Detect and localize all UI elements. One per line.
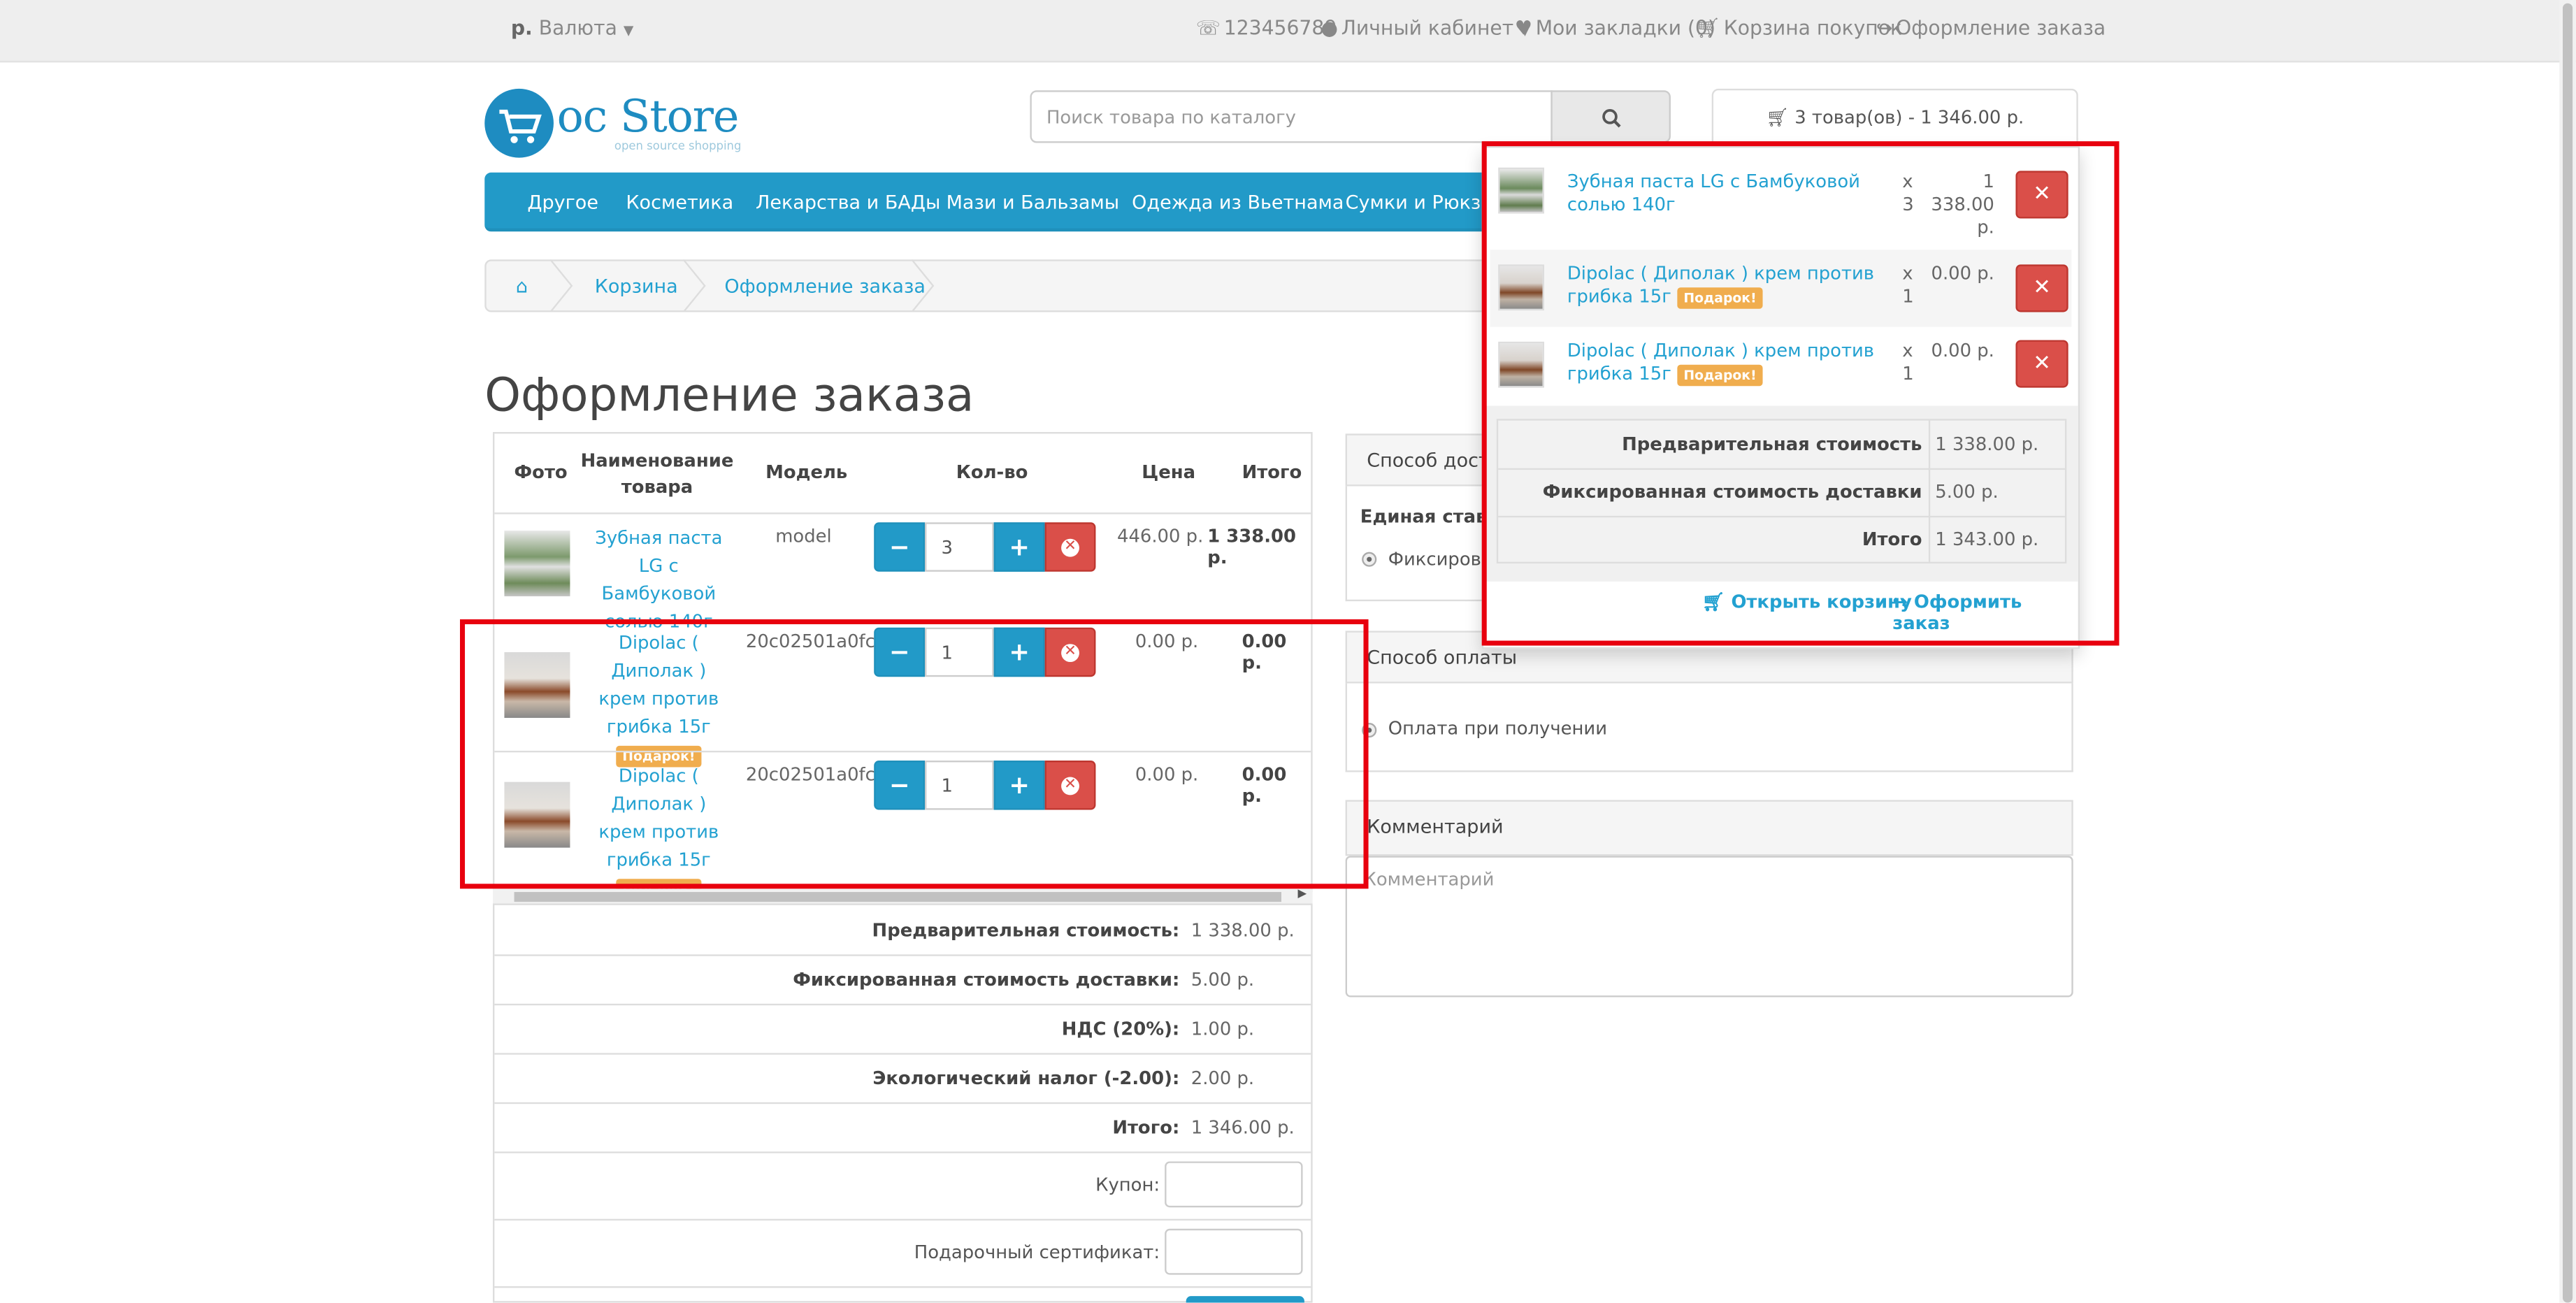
totals-row: Предварительная стоимость: 1 338.00 р. <box>494 905 1311 956</box>
currency-dropdown[interactable]: р. Валюта ▼ <box>511 17 633 40</box>
totals-row: Фиксированная стоимость доставки: 5.00 р… <box>494 954 1311 1006</box>
header-price: Цена <box>1142 461 1196 483</box>
menu-item-ointments[interactable]: Мази и Бальзамы <box>947 191 1120 214</box>
payment-title: Способ оплаты <box>1367 645 1518 669</box>
checkout-link[interactable]: ↪ Оформление заказа <box>1876 17 2106 40</box>
breadcrumb-checkout[interactable]: Оформление заказа <box>724 274 926 297</box>
product-price: 446.00 р. <box>1116 526 1204 547</box>
share-icon: ↪ <box>1876 16 1893 40</box>
top-bar: р. Валюта ▼ ☏ 123456789 ● Личный кабинет ▼… <box>0 0 2576 63</box>
page-title: Оформление заказа <box>484 368 974 422</box>
payment-panel-body: Оплата при получении <box>1345 683 2073 772</box>
times-circle-icon: ✕ <box>1061 538 1079 557</box>
menu-item-medicine[interactable]: Лекарства и БАДы <box>756 191 940 214</box>
totals-row: Экологический налог (-2.00): 2.00 р. <box>494 1053 1311 1104</box>
totals-value: 1 346.00 р. <box>1190 1116 1295 1139</box>
quantity-input[interactable]: 3 <box>925 522 994 572</box>
home-icon[interactable]: ⌂ <box>516 274 528 297</box>
product-name: Зубная паста LG с Бамбуковой солью 140г <box>595 527 723 633</box>
scrollbar-thumb[interactable] <box>514 892 1281 902</box>
account-label: Личный кабинет <box>1341 16 1514 40</box>
scrollbar-thumb[interactable] <box>2562 3 2573 1303</box>
header-model: Модель <box>765 461 848 483</box>
totals-label: Фиксированная стоимость доставки: <box>793 969 1180 991</box>
order-totals: Предварительная стоимость: 1 338.00 р. Ф… <box>493 903 1313 1303</box>
coupon-label: Купон: <box>1095 1174 1160 1196</box>
caret-down-icon: ▼ <box>623 22 634 38</box>
coupon-input[interactable] <box>1165 1161 1303 1208</box>
logo-cart-icon[interactable] <box>484 88 554 158</box>
menu-item-clothes[interactable]: Одежда из Вьетнама <box>1132 191 1344 214</box>
totals-label: Предварительная стоимость: <box>872 920 1180 942</box>
header-total: Итого <box>1242 461 1302 483</box>
totals-value: 1 338.00 р. <box>1190 920 1295 942</box>
search-icon <box>1602 109 1621 128</box>
highlight-box-dropdown <box>1481 141 2120 646</box>
voucher-label: Подарочный сертификат: <box>914 1241 1160 1264</box>
page: р. Валюта ▼ ☏ 123456789 ● Личный кабинет ▼… <box>0 0 2576 1303</box>
search-button[interactable] <box>1550 90 1671 143</box>
breadcrumb-separator <box>911 259 935 312</box>
logo-tagline: open source shopping <box>614 139 742 153</box>
menu-item-other[interactable]: Другое <box>527 191 598 214</box>
confirm-order-button[interactable] <box>1186 1296 1304 1303</box>
menu-item-cosmetics[interactable]: Косметика <box>626 191 733 214</box>
voucher-input[interactable] <box>1165 1228 1303 1275</box>
breadcrumb-cart[interactable]: Корзина <box>595 274 678 297</box>
header-name: Наименование товара <box>580 449 734 498</box>
table-row: Зубная паста LG с Бамбуковой солью 140г … <box>494 514 1311 633</box>
comment-panel-header: Комментарий <box>1345 800 2073 856</box>
comment-textarea[interactable]: Комментарий <box>1345 856 2073 998</box>
checkout-label: Оформление заказа <box>1896 16 2106 40</box>
product-image[interactable] <box>504 531 570 597</box>
shipping-radio[interactable] <box>1362 552 1377 567</box>
shopping-cart-icon: 🛒︎ <box>1695 16 1721 40</box>
phone-link[interactable]: ☏ 123456789 <box>1196 17 1337 40</box>
currency-label: Валюта <box>538 16 617 40</box>
product-total: 1 338.00 р. <box>1207 526 1297 569</box>
cart-link[interactable]: 🛒︎ Корзина покупок <box>1695 17 1902 40</box>
totals-row: НДС (20%): 1.00 р. <box>494 1004 1311 1055</box>
coupon-row: Купон: <box>494 1151 1311 1221</box>
comment-title: Комментарий <box>1367 814 1504 838</box>
user-icon: ● <box>1321 16 1339 40</box>
totals-label: Итого: <box>1112 1116 1180 1139</box>
totals-value: 2.00 р. <box>1190 1067 1255 1090</box>
remove-item-button[interactable]: ✕ <box>1044 522 1096 572</box>
table-header: Фото Наименование товара Модель Кол-во Ц… <box>494 433 1311 514</box>
totals-value: 5.00 р. <box>1190 969 1255 991</box>
scroll-right-arrow-icon[interactable]: ▶ <box>1297 887 1307 900</box>
header-photo: Фото <box>514 461 568 483</box>
quantity-decrease-button[interactable]: − <box>874 522 926 572</box>
phone-number: 123456789 <box>1223 16 1337 40</box>
totals-label: Экологический налог (-2.00): <box>872 1067 1180 1090</box>
header-cart-label: 3 товар(ов) - 1 346.00 р. <box>1794 106 2024 129</box>
quantity-increase-button[interactable]: + <box>993 522 1045 572</box>
breadcrumb-separator <box>682 259 706 312</box>
wishlist-label: Мои закладки (0) <box>1535 16 1715 40</box>
account-dropdown[interactable]: ● Личный кабинет ▼ <box>1321 17 1530 40</box>
totals-row: Итого: 1 346.00 р. <box>494 1102 1311 1153</box>
totals-value: 1.00 р. <box>1190 1018 1255 1040</box>
highlight-box-gift-rows <box>460 619 1369 889</box>
totals-label: НДС (20%): <box>1061 1018 1180 1040</box>
voucher-row: Подарочный сертификат: <box>494 1219 1311 1288</box>
header-cart-button[interactable]: 🛒︎ 3 товар(ов) - 1 346.00 р. <box>1711 88 2078 148</box>
search-input[interactable]: Поиск товара по каталогу <box>1030 90 1553 143</box>
shopping-cart-icon: 🛒︎ <box>1766 106 1790 129</box>
header-qty: Кол-во <box>956 461 1028 483</box>
breadcrumb-separator <box>549 259 573 312</box>
logo-text[interactable]: oc Store <box>557 92 740 143</box>
product-model: model <box>775 526 832 547</box>
currency-symbol: р. <box>510 16 533 40</box>
heart-icon: ♥ <box>1514 16 1532 40</box>
phone-icon: ☏ <box>1195 16 1221 40</box>
wishlist-link[interactable]: ♥ Мои закладки (0) <box>1515 17 1715 40</box>
payment-option-label[interactable]: Оплата при получении <box>1388 718 1607 740</box>
